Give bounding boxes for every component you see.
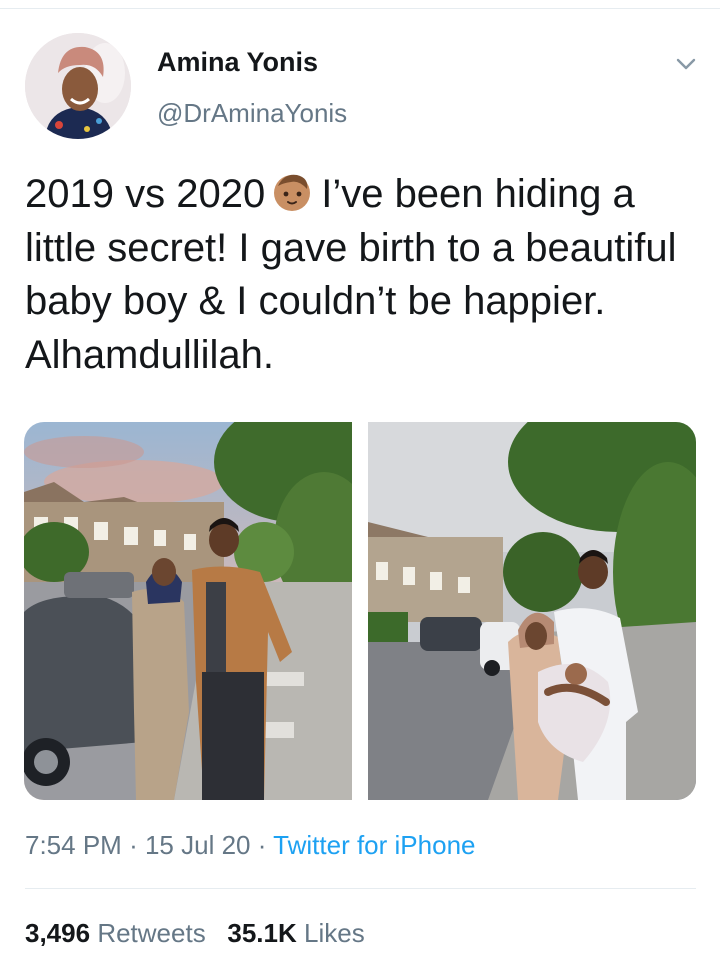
avatar-image [25,33,131,139]
top-divider [0,8,720,9]
tweet-source-link[interactable]: Twitter for iPhone [273,830,475,860]
retweets-count: 3,496 [25,918,91,948]
retweets-label: Retweets [97,918,206,948]
tweet-text-part-1: 2019 vs 2020 [25,172,266,216]
author-avatar[interactable] [25,33,131,139]
tweet-stats: 3,496 Retweets 35.1K Likes [25,918,365,949]
meta-separator: · [129,830,138,860]
tweet-photo-left[interactable] [24,422,352,800]
tweet-time[interactable]: 7:54 PM [25,830,122,860]
tweet-photo-right[interactable] [368,422,696,800]
stats-divider [25,888,696,889]
likes-label: Likes [304,918,365,948]
couple-street-photo [24,422,352,800]
meta-separator: · [257,830,267,860]
tweet-meta: 7:54 PM · 15 Jul 20 · Twitter for iPhone [25,830,475,861]
likes-count: 35.1K [227,918,297,948]
author-name[interactable]: Amina Yonis [157,47,318,78]
retweets-stat[interactable]: 3,496 Retweets [25,918,206,948]
author-handle[interactable]: @DrAminaYonis [157,98,347,129]
tweet-text: 2019 vs 2020 I’ve been hiding a little s… [25,168,705,382]
baby-face-icon [274,174,311,211]
tweet-date[interactable]: 15 Jul 20 [145,830,251,860]
chevron-down-icon[interactable] [674,52,698,76]
couple-with-baby-photo [368,422,696,800]
likes-stat[interactable]: 35.1K Likes [227,918,364,948]
